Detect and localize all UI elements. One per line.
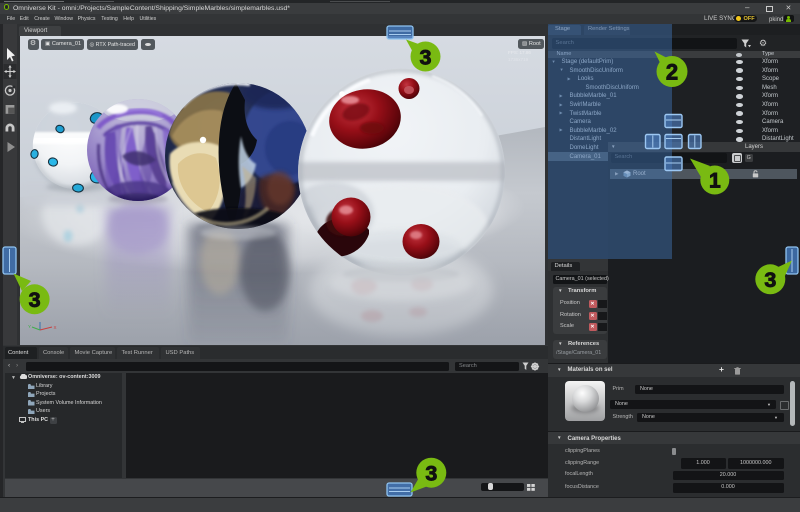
svg-text:X: X [54,325,57,330]
svg-text:2: 2 [666,60,678,85]
svg-text:1: 1 [709,170,721,193]
svg-text:3: 3 [764,268,776,292]
svg-text:3: 3 [29,288,41,312]
svg-text:3: 3 [420,45,432,69]
svg-text:3: 3 [425,462,437,486]
svg-text:Y: Y [28,324,31,329]
